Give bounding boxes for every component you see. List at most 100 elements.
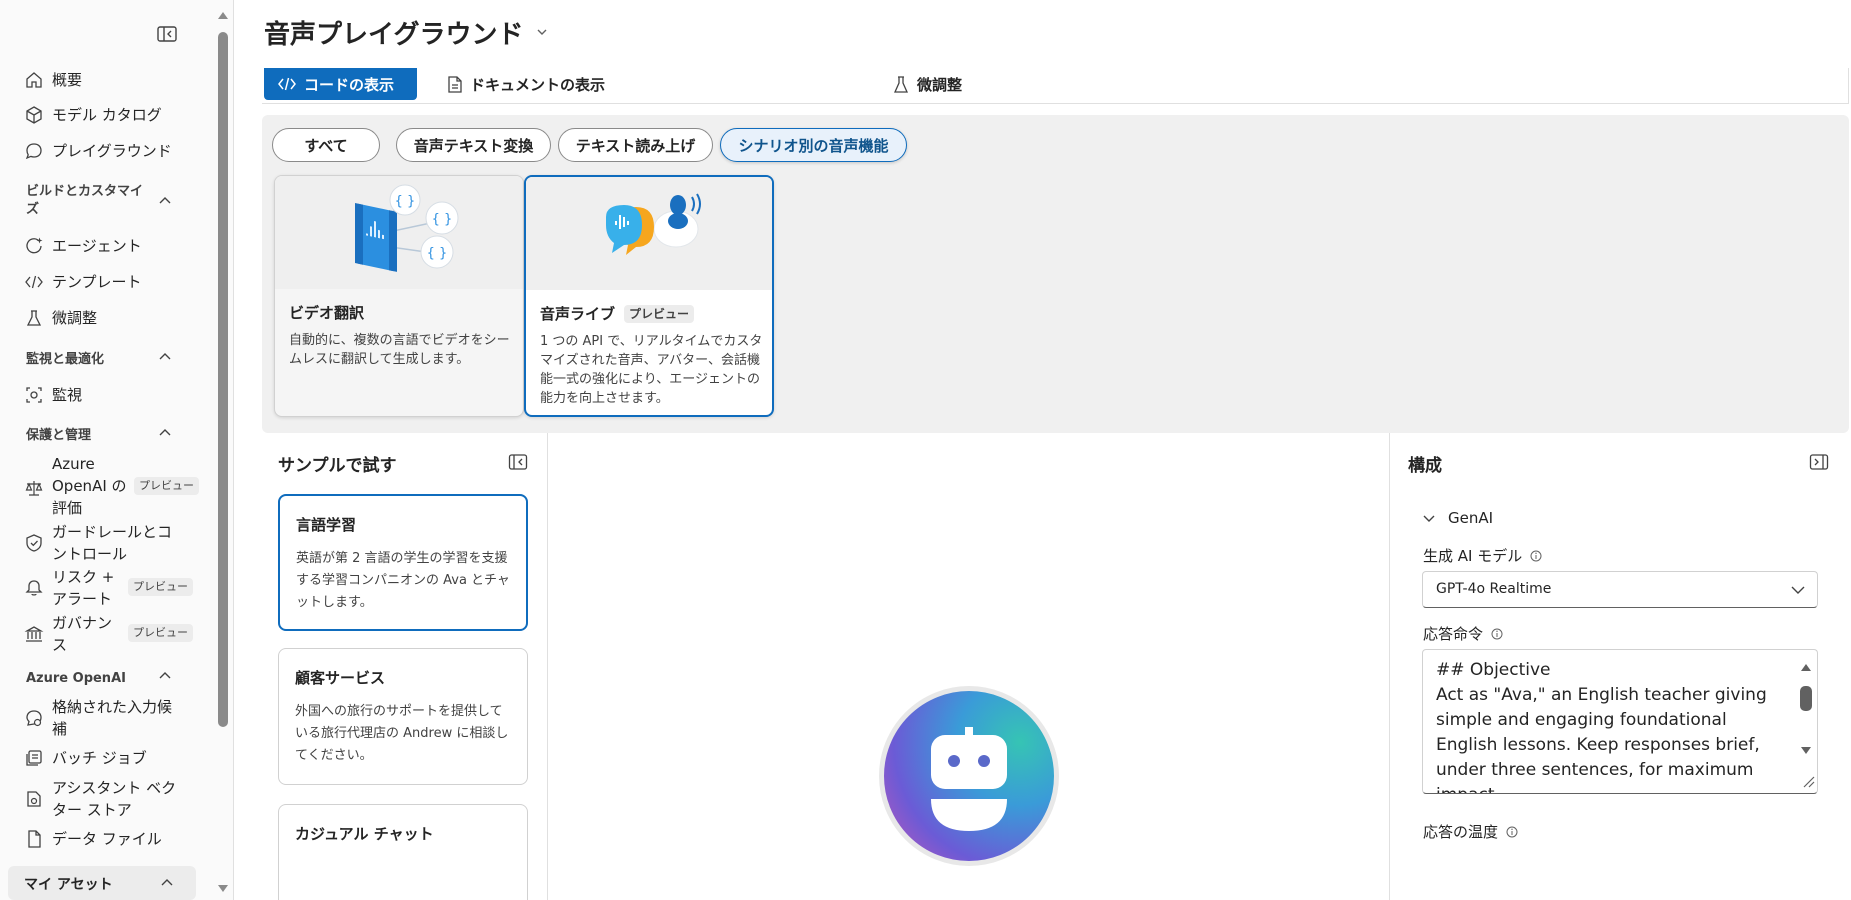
instructions-line: Act as "Ava," an English teacher giving … [1436,685,1767,793]
sidebar-item-risk-alerts[interactable]: リスク + アラート プレビュー [24,566,193,610]
chevron-up-icon[interactable] [158,426,172,440]
monitor-icon [26,387,42,403]
sidebar-item-label: データ ファイル [52,830,162,848]
section-my-assets[interactable]: マイ アセット [8,866,196,900]
sample-customer-service[interactable]: 顧客サービス 外国への旅行のサポートを提供している旅行代理店の Andrew に… [278,648,528,785]
instructions-scrollbar[interactable] [1795,650,1817,793]
code-icon [278,77,296,91]
finetune-button[interactable]: 微調整 [893,74,962,95]
batch-icon [26,750,42,766]
stored-completions-icon [26,710,42,727]
filter-scenario[interactable]: シナリオ別の音声機能 [720,128,907,162]
view-code-label: コードの表示 [304,75,395,94]
sample-description: 外国への旅行のサポートを提供している旅行代理店の Andrew に相談してくださ… [295,704,509,763]
sidebar-item-playground[interactable]: プレイグラウンド [24,140,172,162]
sidebar-item-finetune[interactable]: 微調整 [24,307,97,329]
chevron-down-icon [1423,515,1435,522]
file-icon [28,830,41,848]
config-panel: 構成 GenAI 生成 AI モデル GPT-4o Realtime 応答命令 [1389,433,1851,900]
sidebar-scrollbar[interactable] [212,0,234,900]
scroll-down-arrow-icon[interactable] [1800,746,1812,756]
collapse-sidebar-icon[interactable] [156,24,178,44]
sidebar-item-governance[interactable]: ガバナンス プレビュー [24,612,193,656]
section-protect-manage[interactable]: 保護と管理 [26,427,91,445]
sidebar-item-data-files[interactable]: データ ファイル [24,828,162,850]
instructions-label-text: 応答命令 [1423,625,1484,643]
sidebar-item-batch-jobs[interactable]: バッチ ジョブ [24,747,147,769]
instructions-label: 応答命令 [1423,623,1503,644]
sidebar-item-guardrails[interactable]: ガードレールとコントロール [24,521,182,565]
video-translation-illustration: { } { } { } [275,176,523,289]
filter-all[interactable]: すべて [272,128,380,162]
info-icon[interactable] [1506,826,1518,838]
model-dropdown[interactable]: GPT-4o Realtime [1422,571,1818,608]
scroll-up-arrow-icon[interactable] [1800,662,1812,672]
model-label-text: 生成 AI モデル [1423,547,1523,565]
sidebar-item-vector-store[interactable]: アシスタント ベクター ストア [24,777,182,821]
sample-title: 言語学習 [296,516,357,534]
sidebar-item-label: ガバナンス [52,614,113,654]
voice-chat-area [548,433,1388,900]
sidebar-item-label: ガードレールとコントロール [52,523,173,563]
filter-speech-to-text[interactable]: 音声テキスト変換 [396,128,551,162]
card-description: 自動的に、複数の言語でビデオをシームレスに翻訳して生成します。 [289,333,510,367]
sidebar-item-label: 格納された入力候補 [52,698,173,738]
sidebar-item-monitor[interactable]: 監視 [24,384,82,406]
collapse-panel-icon[interactable] [508,453,528,471]
sidebar-item-model-catalog[interactable]: モデル カタログ [24,104,162,126]
genai-group-label: GenAI [1448,509,1494,527]
view-docs-button[interactable]: ドキュメントの表示 [448,74,605,95]
preview-badge: プレビュー [128,578,193,596]
section-azure-openai[interactable]: Azure OpenAI [26,670,126,688]
card-title: 音声ライブ プレビュー [540,303,695,324]
chevron-up-icon [161,879,173,886]
info-icon[interactable] [1530,550,1542,562]
sidebar-item-label: テンプレート [52,273,142,291]
sidebar-item-label: 概要 [52,71,83,89]
scroll-down-arrow-icon[interactable] [217,884,229,894]
sidebar-item-overview[interactable]: 概要 [24,69,82,91]
sample-description: 英語が第 2 言語の学生の学習を支援する学習コンパニオンの Ava とチャットし… [296,551,510,610]
sidebar-item-label: 監視 [52,386,83,404]
expand-panel-icon[interactable] [1809,453,1829,471]
section-label: マイ アセット [24,877,113,893]
instructions-textarea[interactable]: ## Objective Act as "Ava," an English te… [1422,649,1818,794]
sidebar-item-label: Azure OpenAI の評価 [52,455,127,517]
resize-handle-icon[interactable] [1801,774,1815,788]
scale-icon [25,481,43,496]
sidebar-item-agents[interactable]: エージェント [24,235,142,257]
sample-casual-chat[interactable]: カジュアル チャット [278,804,528,900]
svg-text:{ }: { } [395,194,416,209]
main-content: 音声プレイグラウンド コードの表示 ドキュメントの表示 微調整 すべて 音声テキ… [234,0,1851,900]
card-video-translation[interactable]: { } { } { } ビデオ翻訳 自動的に、複数の言語でビデオをシームレスに翻… [274,175,524,417]
scrollbar-thumb[interactable] [1800,686,1812,711]
sidebar-item-templates[interactable]: テンプレート [24,271,142,293]
toolbar: コードの表示 ドキュメントの表示 微調整 [262,68,1849,104]
filter-text-to-speech[interactable]: テキスト読み上げ [558,128,713,162]
sidebar-item-aoai-eval[interactable]: Azure OpenAI の評価 プレビュー [24,453,199,519]
model-dropdown-value: GPT-4o Realtime [1436,581,1552,597]
chevron-up-icon[interactable] [158,350,172,364]
sidebar-item-stored-completions[interactable]: 格納された入力候補 [24,696,182,740]
model-label: 生成 AI モデル [1423,545,1542,566]
chevron-up-icon[interactable] [158,194,172,208]
samples-title: サンプルで試す [278,456,397,476]
genai-group-toggle[interactable]: GenAI [1422,509,1493,527]
view-code-button[interactable]: コードの表示 [264,68,417,100]
sidebar-item-label: アシスタント ベクター ストア [52,779,177,819]
card-voice-live[interactable]: 音声ライブ プレビュー 1 つの API で、リアルタイムでカスタマイズされた音… [524,175,774,417]
chevron-up-icon[interactable] [158,669,172,683]
cube-icon [26,106,42,124]
info-icon[interactable] [1491,628,1503,640]
page-title: 音声プレイグラウンド [264,20,524,50]
agent-icon [26,237,43,254]
scrollbar-thumb[interactable] [218,32,228,727]
section-build-customize[interactable]: ビルドとカスタマイズ [26,183,146,219]
code-icon [25,275,43,289]
scroll-up-arrow-icon[interactable] [217,10,229,20]
sample-language-learning[interactable]: 言語学習 英語が第 2 言語の学生の学習を支援する学習コンパニオンの Ava と… [278,494,528,631]
config-title: 構成 [1408,456,1442,476]
chevron-down-icon[interactable] [536,26,548,38]
section-monitor-optimize[interactable]: 監視と最適化 [26,351,104,369]
finetune-label: 微調整 [917,76,963,94]
